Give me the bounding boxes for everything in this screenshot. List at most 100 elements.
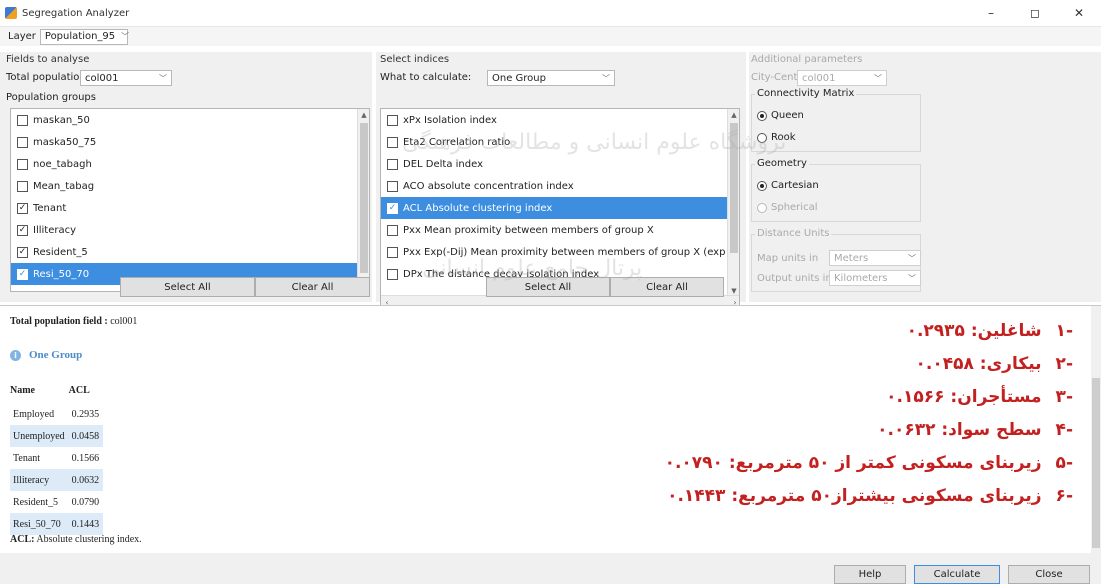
radio-rook[interactable]: Rook: [757, 132, 796, 143]
row-acl-value: 0.0632: [68, 469, 104, 491]
checkbox-checked-icon[interactable]: ✓: [17, 268, 28, 280]
checkbox-icon[interactable]: [17, 158, 28, 170]
group-list-item[interactable]: maskan_50: [11, 109, 369, 131]
results-scrollbar[interactable]: [1091, 306, 1101, 554]
index-list-item[interactable]: DEL Delta index: [381, 153, 739, 175]
what-to-calculate-select[interactable]: One Group ﹀: [487, 70, 615, 86]
index-list-item[interactable]: ✓ ACL Absolute clustering index: [381, 197, 739, 219]
checkbox-icon[interactable]: [387, 158, 398, 170]
index-list-item[interactable]: Eta2 Correlation ratio: [381, 131, 739, 153]
farsi-summary-line: -۶ زیربنای مسکونی بیشتراز۵۰ مترمربع: ۰.۱۴…: [513, 479, 1073, 512]
radio-rook-label: Rook: [771, 132, 796, 143]
chevron-down-icon: ﹀: [121, 32, 130, 41]
group-list-item[interactable]: Mean_tabag: [11, 175, 369, 197]
calculate-button[interactable]: Calculate: [914, 565, 1000, 584]
table-row: Illiteracy 0.0632: [10, 469, 104, 491]
farsi-line-text: شاغلین: ۰.۲۹۳۵: [906, 320, 1042, 341]
farsi-line-text: مستأجران: ۰.۱۵۶۶: [886, 386, 1042, 407]
farsi-summary-line: -۱ شاغلین: ۰.۲۹۳۵: [513, 314, 1073, 347]
farsi-summary: -۱ شاغلین: ۰.۲۹۳۵ -۲ بیکاری: ۰.۰۴۵۸ -۳ مستأجر…: [513, 314, 1073, 512]
group-list-item[interactable]: noe_tabagh: [11, 153, 369, 175]
indices-clear-all-button[interactable]: Clear All: [610, 277, 724, 297]
radio-queen[interactable]: Queen: [757, 110, 804, 121]
layer-select-value: Population_95: [44, 31, 116, 42]
row-name: Resident_5: [13, 496, 58, 508]
checkbox-icon[interactable]: [387, 268, 398, 280]
help-button[interactable]: Help: [834, 565, 906, 584]
total-population-select[interactable]: col001 ﹀: [80, 70, 172, 86]
title-bar: Segregation Analyzer – ◻ ✕: [0, 0, 1101, 26]
output-units-select[interactable]: Kilometers ﹀: [829, 270, 921, 286]
farsi-line-number: -۳: [1055, 386, 1073, 407]
checkbox-icon[interactable]: [387, 136, 398, 148]
map-units-value: Meters: [834, 252, 869, 264]
groups-select-all-button[interactable]: Select All: [120, 277, 255, 297]
distance-units-title: Distance Units: [755, 228, 832, 239]
farsi-line-number: -۲: [1055, 353, 1073, 374]
results-table-header: Name ACL: [10, 383, 103, 403]
index-list-item[interactable]: Pxx Exp(-Dij) Mean proximity between mem…: [381, 241, 739, 263]
radio-cartesian[interactable]: Cartesian: [757, 180, 819, 191]
index-list-item[interactable]: Pxx Mean proximity between members of gr…: [381, 219, 739, 241]
checkbox-icon[interactable]: [17, 114, 28, 126]
index-item-label: ACO absolute concentration index: [403, 180, 574, 192]
scroll-thumb[interactable]: [1092, 378, 1100, 548]
checkbox-icon[interactable]: [17, 180, 28, 192]
index-list-item[interactable]: ACO absolute concentration index: [381, 175, 739, 197]
scroll-thumb[interactable]: [730, 123, 738, 253]
group-list-item[interactable]: ✓ Illiteracy: [11, 219, 369, 241]
groups-clear-all-button[interactable]: Clear All: [255, 277, 370, 297]
column-header-name: Name: [10, 385, 35, 396]
checkbox-icon[interactable]: [387, 246, 398, 258]
total-population-label: Total population:: [6, 72, 90, 83]
checkbox-checked-icon[interactable]: ✓: [17, 224, 28, 236]
results-heading-label: Total population field :: [10, 316, 108, 327]
row-acl-value: 0.1566: [71, 452, 100, 464]
groups-scrollbar[interactable]: ▲ ▼: [357, 109, 369, 291]
checkbox-icon[interactable]: [387, 180, 398, 192]
radio-button-icon: [757, 110, 767, 121]
scroll-up-icon[interactable]: ▲: [358, 109, 369, 121]
group-item-label: Resi_50_70: [33, 268, 90, 280]
group-item-label: maskan_50: [33, 114, 90, 126]
checkbox-checked-icon[interactable]: ✓: [387, 202, 398, 214]
table-row: Resident_5 0.0790: [10, 491, 103, 513]
scroll-thumb[interactable]: [360, 123, 368, 273]
params-panel: Additional parameters City-Center col001…: [749, 52, 1101, 302]
close-icon[interactable]: ✕: [1057, 0, 1101, 26]
results-pane: Total population field : col001 i One Gr…: [0, 305, 1101, 554]
total-population-value: col001: [85, 72, 119, 84]
checkbox-icon[interactable]: [387, 114, 398, 126]
layer-select[interactable]: Population_95 ﹀: [39, 28, 130, 45]
radio-spherical[interactable]: Spherical: [757, 202, 817, 213]
city-center-select[interactable]: col001 ﹀: [797, 70, 887, 86]
group-list-item[interactable]: ✓ Tenant: [11, 197, 369, 219]
checkbox-checked-icon[interactable]: ✓: [17, 246, 28, 258]
scroll-up-icon[interactable]: ▲: [728, 109, 739, 121]
checkbox-checked-icon[interactable]: ✓: [17, 202, 28, 214]
results-heading: Total population field : col001: [10, 316, 137, 327]
indices-select-all-button[interactable]: Select All: [486, 277, 610, 297]
minimize-icon[interactable]: –: [969, 0, 1013, 26]
params-panel-title: Additional parameters: [751, 54, 863, 65]
maximize-icon[interactable]: ◻: [1013, 0, 1057, 26]
footer-bar: Help Calculate Close: [0, 553, 1101, 584]
close-button[interactable]: Close: [1008, 565, 1090, 584]
checkbox-icon[interactable]: [17, 136, 28, 148]
indices-scrollbar[interactable]: ▲ ▼: [727, 109, 739, 297]
group-list-item[interactable]: ✓ Resident_5: [11, 241, 369, 263]
population-groups-list[interactable]: maskan_50 maska50_75 noe_tabagh Mean_tabag ✓…: [10, 108, 370, 292]
row-name: Illiteracy: [10, 469, 69, 491]
geometry-title: Geometry: [755, 158, 809, 169]
farsi-line-text: زیربنای مسکونی کمتر از ۵۰ مترمربع: ۰.۰۷۹…: [664, 452, 1042, 473]
results-group-label: One Group: [29, 349, 83, 361]
group-list-item[interactable]: maska50_75: [11, 131, 369, 153]
what-to-calculate-label: What to calculate:: [380, 72, 472, 83]
checkbox-icon[interactable]: [387, 224, 398, 236]
results-footnote: ACL: Absolute clustering index.: [10, 534, 142, 545]
map-units-select[interactable]: Meters ﹀: [829, 250, 921, 266]
index-list-item[interactable]: xPx Isolation index: [381, 109, 739, 131]
radio-cartesian-label: Cartesian: [771, 180, 819, 191]
indices-panel-title: Select indices: [380, 54, 450, 65]
table-row: Tenant 0.1566: [10, 447, 103, 469]
